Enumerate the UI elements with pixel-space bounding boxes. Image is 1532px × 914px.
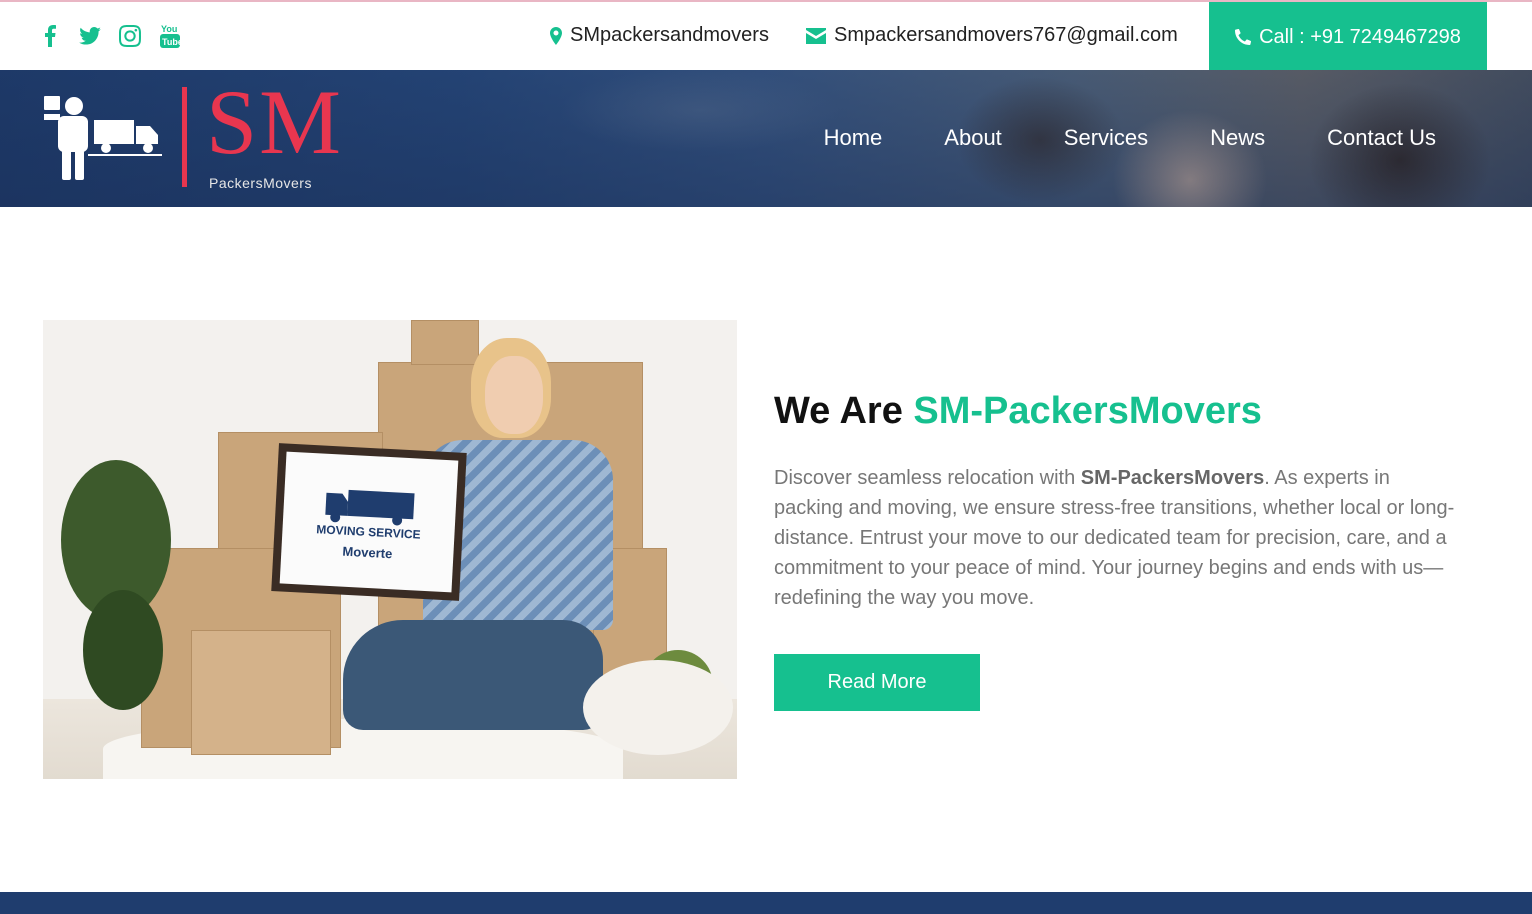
email-label: Smpackersandmovers767@gmail.com <box>834 24 1178 46</box>
moving-truck-icon <box>325 489 415 525</box>
social-links: You Tube <box>38 22 182 50</box>
about-desc-brand: SM-PackersMovers <box>1080 467 1265 489</box>
photo-fur-cushion <box>583 660 733 755</box>
photo-box <box>411 320 479 365</box>
about-title: We Are SM-PackersMovers <box>774 390 1464 433</box>
about-desc-intro: Discover seamless relocation with <box>774 467 1081 489</box>
facebook-icon[interactable] <box>38 22 62 50</box>
photo-box <box>191 630 331 755</box>
call-label: Call : +91 7249467298 <box>1259 25 1461 48</box>
svg-text:You: You <box>161 24 177 34</box>
instagram-icon[interactable] <box>118 22 142 50</box>
map-marker-icon <box>550 26 562 45</box>
footer-strip <box>0 892 1532 914</box>
logo-tagline: PackersMovers <box>209 175 312 191</box>
mover-truck-logo-icon <box>44 96 162 180</box>
frame-sign-brand: Moverte <box>342 543 393 561</box>
top-bar: You Tube SMpackersandmovers Smpackersandm… <box>0 0 1532 72</box>
svg-text:Tube: Tube <box>162 37 181 47</box>
about-content: We Are SM-PackersMovers Discover seamles… <box>774 390 1464 613</box>
location-label: SMpackersandmovers <box>570 24 769 46</box>
logo-divider <box>182 87 187 187</box>
nav-news[interactable]: News <box>1210 125 1265 151</box>
photo-frame-sign: MOVING SERVICE Moverte <box>271 443 467 601</box>
about-title-accent: SM-PackersMovers <box>913 390 1262 432</box>
logo-wordmark: SM <box>206 71 343 173</box>
nav-services[interactable]: Services <box>1064 125 1148 151</box>
envelope-icon <box>806 27 826 44</box>
call-button[interactable]: Call : +91 7249467298 <box>1209 2 1487 72</box>
site-header: SM PackersMovers Home About Services New… <box>0 70 1532 207</box>
main-nav: Home About Services News Contact Us <box>824 125 1436 151</box>
nav-home[interactable]: Home <box>824 125 883 151</box>
youtube-icon[interactable]: You Tube <box>158 22 182 50</box>
photo-person-jeans <box>343 620 603 730</box>
location-link[interactable]: SMpackersandmovers <box>550 24 769 47</box>
about-description: Discover seamless relocation with SM-Pac… <box>774 463 1464 613</box>
site-logo[interactable]: SM PackersMovers <box>40 76 420 202</box>
photo-plant <box>83 590 163 710</box>
read-more-button[interactable]: Read More <box>774 654 980 711</box>
nav-contact-us[interactable]: Contact Us <box>1327 125 1436 151</box>
about-photo: MOVING SERVICE Moverte <box>43 320 737 779</box>
phone-icon <box>1235 29 1252 45</box>
twitter-icon[interactable] <box>78 22 102 50</box>
about-title-prefix: We Are <box>774 390 914 432</box>
photo-person-face <box>485 356 543 434</box>
nav-about[interactable]: About <box>944 125 1002 151</box>
email-link[interactable]: Smpackersandmovers767@gmail.com <box>806 24 1178 47</box>
